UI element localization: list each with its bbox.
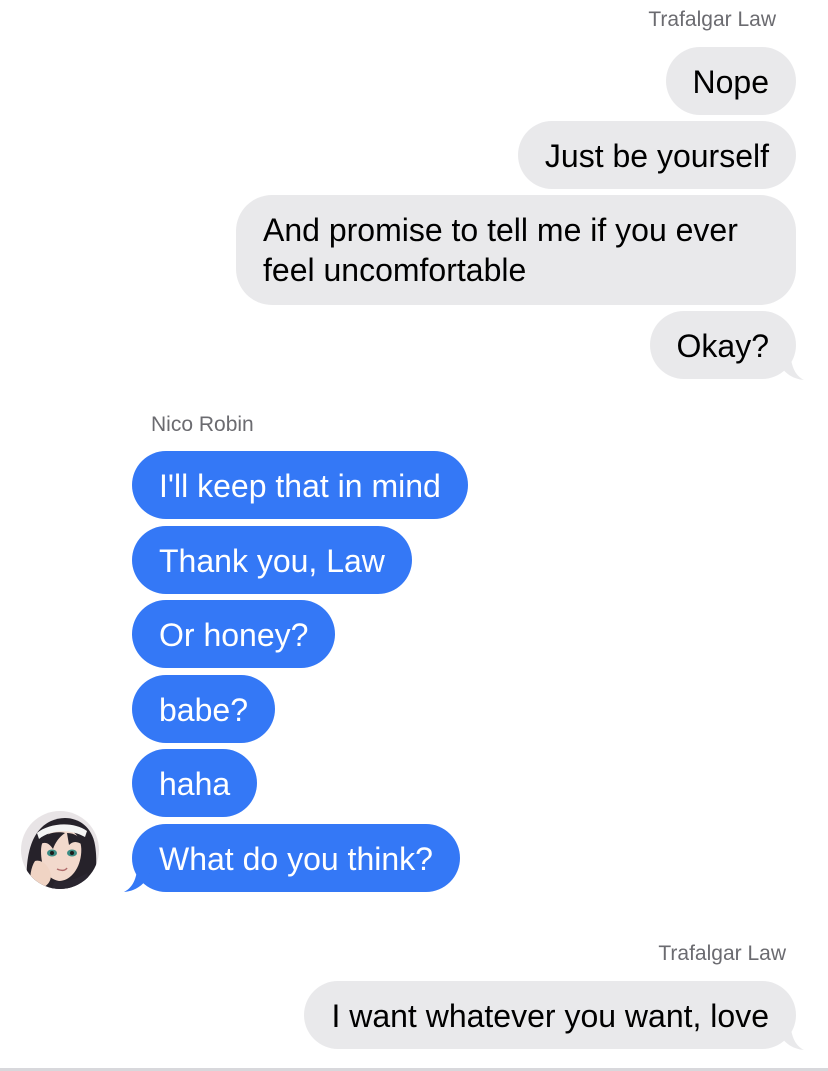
avatar-illustration — [21, 811, 99, 889]
sender-name-trafalgar-law: Trafalgar Law — [658, 942, 786, 965]
nico-robin-avatar-icon[interactable] — [21, 811, 99, 889]
message-bubble-outgoing[interactable]: Just be yourself — [517, 121, 796, 189]
message-bubble-incoming[interactable]: Thank you, Law — [132, 526, 412, 594]
message-bubble-outgoing[interactable]: Nope — [665, 47, 796, 115]
message-bubble-outgoing[interactable]: And promise to tell me if you ever feel … — [236, 195, 796, 305]
sender-name-nico-robin: Nico Robin — [151, 413, 254, 436]
message-bubble-incoming[interactable]: What do you think? — [132, 824, 460, 892]
bubble-tail-outgoing — [778, 1020, 804, 1050]
bubble-tail-incoming — [124, 862, 150, 892]
message-bubble-outgoing[interactable]: Okay? — [649, 311, 796, 379]
message-bubble-incoming[interactable]: babe? — [132, 675, 275, 743]
sender-name-trafalgar-law: Trafalgar Law — [648, 8, 776, 31]
message-bubble-incoming[interactable]: haha — [132, 749, 258, 817]
bubble-tail-outgoing — [778, 350, 804, 380]
message-bubble-incoming[interactable]: I'll keep that in mind — [132, 451, 468, 519]
message-bubble-outgoing[interactable]: I want whatever you want, love — [304, 981, 796, 1049]
message-bubble-incoming[interactable]: Or honey? — [132, 600, 336, 668]
